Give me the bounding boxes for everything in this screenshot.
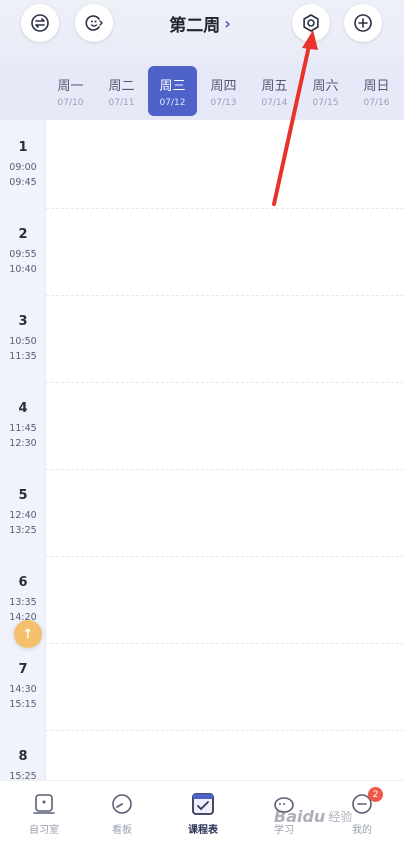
timetable-icon xyxy=(192,793,214,815)
day-name: 周三 xyxy=(159,78,186,94)
start-time: 13:35 xyxy=(9,597,37,608)
period-number: 1 xyxy=(18,140,28,155)
dashboard-icon xyxy=(112,794,132,814)
day-tab-thu[interactable]: 周四 07/13 xyxy=(199,66,248,116)
end-time: 15:15 xyxy=(9,698,37,710)
end-time: 11:35 xyxy=(9,350,37,362)
period-row: 8 15:25 xyxy=(0,729,46,780)
chevron-right-icon: › xyxy=(224,13,231,33)
row-divider xyxy=(46,382,404,383)
period-time: 09:00 09:45 xyxy=(9,161,36,190)
watermark-suffix: 经验 xyxy=(328,809,353,824)
row-divider xyxy=(46,469,404,470)
face-switch-button[interactable] xyxy=(75,4,113,42)
day-name: 周一 xyxy=(57,78,84,94)
day-date: 07/16 xyxy=(363,97,390,108)
period-row: 7 14:30 15:15 xyxy=(0,642,46,729)
header: 第二周 › xyxy=(0,0,404,62)
period-row: 5 12:40 13:25 xyxy=(0,468,46,555)
arrow-up-icon: ↑ xyxy=(22,626,34,642)
plus-circle-icon xyxy=(354,14,372,32)
start-time: 14:30 xyxy=(9,684,37,695)
nav-study-room[interactable]: 自习室 xyxy=(12,791,76,841)
row-divider xyxy=(46,730,404,731)
day-name: 周日 xyxy=(363,78,390,94)
day-tab-wed[interactable]: 周三 07/12 xyxy=(148,66,197,116)
period-time: 15:25 xyxy=(9,770,36,780)
day-tab-tue[interactable]: 周二 07/11 xyxy=(97,66,146,116)
period-row: 2 09:55 10:40 xyxy=(0,207,46,294)
period-time: 09:55 10:40 xyxy=(9,248,36,277)
period-time: 14:30 15:15 xyxy=(9,683,36,712)
add-button[interactable] xyxy=(344,4,382,42)
period-number: 8 xyxy=(18,749,28,764)
start-time: 15:25 xyxy=(9,771,37,780)
day-tab-sat[interactable]: 周六 07/15 xyxy=(301,66,350,116)
start-time: 09:55 xyxy=(9,249,37,260)
week-title: 第二周 xyxy=(169,15,221,36)
start-time: 09:00 xyxy=(9,162,37,173)
watermark: Baidu 经验 xyxy=(274,796,402,836)
day-name: 周五 xyxy=(261,78,288,94)
nav-dashboard[interactable]: 看板 xyxy=(90,791,154,841)
day-date: 07/11 xyxy=(108,97,135,108)
end-time: 09:45 xyxy=(9,176,37,188)
day-date: 07/10 xyxy=(57,97,84,108)
period-number: 3 xyxy=(18,314,28,329)
period-row: 4 11:45 12:30 xyxy=(0,381,46,468)
period-time: 11:45 12:30 xyxy=(9,422,36,451)
period-number: 7 xyxy=(18,662,28,677)
start-time: 11:45 xyxy=(9,423,37,434)
weekday-bar: 周一 07/10 周二 07/11 周三 07/12 周四 07/13 周五 0… xyxy=(0,62,404,120)
end-time: 12:30 xyxy=(9,437,37,449)
timetable-grid[interactable]: 1 09:00 09:45 2 09:55 10:40 3 10:50 11:35 4… xyxy=(0,120,404,780)
swap-icon xyxy=(31,14,49,32)
row-divider xyxy=(46,208,404,209)
period-number: 2 xyxy=(18,227,28,242)
nav-label: 自习室 xyxy=(29,825,59,836)
period-number: 5 xyxy=(18,488,28,503)
period-time: 10:50 11:35 xyxy=(9,335,36,364)
end-time: 13:25 xyxy=(9,524,37,536)
day-date: 07/14 xyxy=(261,97,288,108)
period-row: 1 09:00 09:45 xyxy=(0,120,46,207)
day-date: 07/13 xyxy=(210,97,237,108)
day-tab-fri[interactable]: 周五 07/14 xyxy=(250,66,299,116)
settings-icon xyxy=(303,14,319,32)
settings-button[interactable] xyxy=(292,4,330,42)
day-tab-mon[interactable]: 周一 07/10 xyxy=(46,66,95,116)
day-name: 周四 xyxy=(210,78,237,94)
day-date: 07/12 xyxy=(159,97,186,108)
nav-label: 课程表 xyxy=(188,825,218,836)
period-time: 12:40 13:25 xyxy=(9,509,36,538)
day-name: 周六 xyxy=(312,78,339,94)
study-room-icon xyxy=(33,794,55,814)
watermark-brand: Baidu xyxy=(274,806,326,826)
day-tab-sun[interactable]: 周日 07/16 xyxy=(352,66,401,116)
end-time: 10:40 xyxy=(9,263,37,275)
week-selector[interactable]: 第二周 › xyxy=(150,10,250,36)
day-date: 07/15 xyxy=(312,97,339,108)
start-time: 10:50 xyxy=(9,336,37,347)
row-divider xyxy=(46,295,404,296)
swap-button[interactable] xyxy=(21,4,59,42)
period-row: 3 10:50 11:35 xyxy=(0,294,46,381)
day-name: 周二 xyxy=(108,78,135,94)
row-divider xyxy=(46,556,404,557)
period-number: 4 xyxy=(18,401,28,416)
period-number: 6 xyxy=(18,575,28,590)
period-column: 1 09:00 09:45 2 09:55 10:40 3 10:50 11:35 4… xyxy=(0,120,46,780)
nav-label: 看板 xyxy=(112,825,132,836)
nav-timetable[interactable]: 课程表 xyxy=(171,791,235,841)
row-divider xyxy=(46,643,404,644)
face-icon xyxy=(85,15,103,31)
scroll-top-button[interactable]: ↑ xyxy=(14,620,42,648)
start-time: 12:40 xyxy=(9,510,37,521)
